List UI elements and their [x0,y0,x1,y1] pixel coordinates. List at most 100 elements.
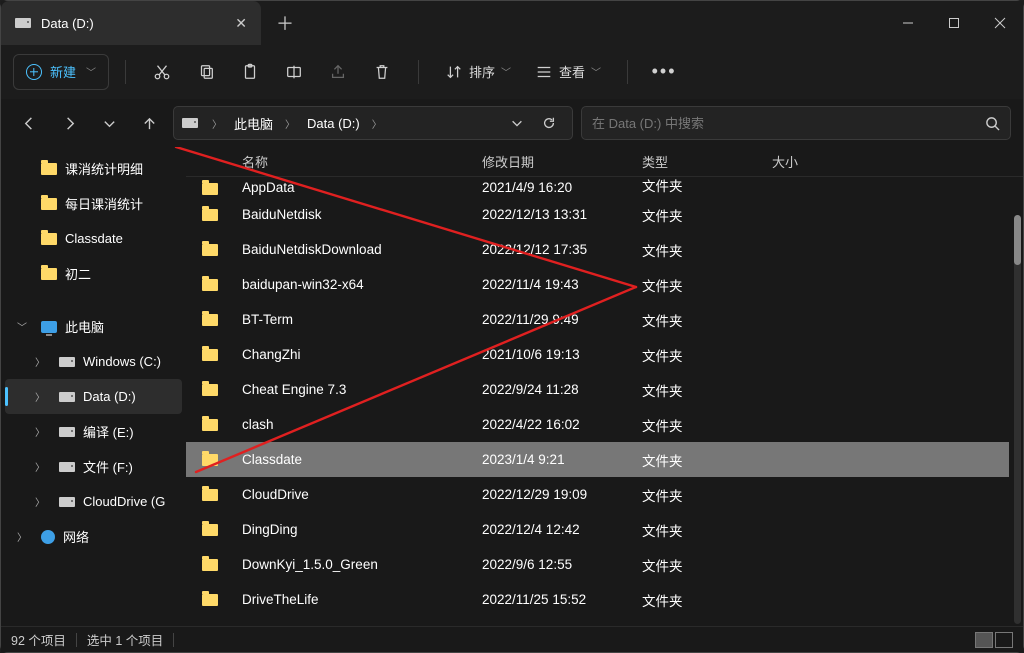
col-size[interactable]: 大小 [772,152,1023,171]
file-row[interactable]: DownKyi_1.5.0_Green2022/9/6 12:55文件夹 [186,547,1009,582]
view-button[interactable]: 查看 ﹀ [525,52,611,92]
delete-button[interactable] [362,52,402,92]
scrollbar-thumb[interactable] [1014,215,1021,265]
file-row[interactable]: Cheat Engine 7.32022/9/24 11:28文件夹 [186,372,1009,407]
column-headers[interactable]: 名称 修改日期 类型 大小 [186,147,1023,177]
file-date: 2022/4/22 16:02 [482,417,642,432]
copy-button[interactable] [186,52,226,92]
search-input[interactable] [592,107,985,139]
folder-icon [41,268,57,280]
refresh-button[interactable] [534,108,564,138]
up-button[interactable] [133,107,165,139]
file-date: 2023/1/4 9:21 [482,452,642,467]
file-type: 文件夹 [642,345,772,365]
file-row[interactable]: clash2022/4/22 16:02文件夹 [186,407,1009,442]
col-date[interactable]: 修改日期 [482,152,642,171]
navbar: 〉 此电脑 〉 Data (D:) 〉 [1,99,1023,147]
separator [125,60,126,84]
paste-button[interactable] [230,52,270,92]
close-button[interactable] [977,1,1023,45]
file-row[interactable]: baidupan-win32-x642022/11/4 19:43文件夹 [186,267,1009,302]
file-name: DingDing [242,522,482,537]
cut-button[interactable] [142,52,182,92]
folder-icon [202,349,218,361]
file-name: CloudDrive [242,487,482,502]
chevron-right-icon[interactable]: 〉 [35,459,45,474]
file-date: 2021/4/9 16:20 [482,180,642,195]
new-tab-button[interactable]: ＋ [261,1,309,45]
col-type[interactable]: 类型 [642,152,772,171]
col-name[interactable]: 名称 [202,152,482,171]
sidebar-drive-g[interactable]: 〉CloudDrive (G [1,484,186,519]
chevron-right-icon[interactable]: 〉 [35,354,45,369]
folder-icon [202,384,218,396]
sidebar-this-pc[interactable]: ﹀此电脑 [1,309,186,344]
view-mode-toggle[interactable] [975,632,1013,648]
sort-button[interactable]: 排序 ﹀ [435,52,521,92]
file-name: AppData [242,180,482,195]
chevron-down-icon[interactable]: ﹀ [17,319,27,334]
file-row[interactable]: ChangZhi2021/10/6 19:13文件夹 [186,337,1009,372]
thumbnails-view-icon[interactable] [995,632,1013,648]
pc-icon [41,321,57,333]
file-row[interactable]: CloudDrive2022/12/29 19:09文件夹 [186,477,1009,512]
tab-active[interactable]: Data (D:) ✕ [1,1,261,45]
chevron-right-icon[interactable]: 〉 [35,424,45,439]
chevron-down-icon: ﹀ [86,64,96,79]
chevron-right-icon[interactable]: 〉 [17,529,27,544]
file-date: 2022/12/13 13:31 [482,207,642,222]
details-view-icon[interactable] [975,632,993,648]
search-box[interactable] [581,106,1011,140]
file-row[interactable]: BT-Term2022/11/29 9:49文件夹 [186,302,1009,337]
folder-icon [41,163,57,175]
file-row[interactable]: DingDing2022/12/4 12:42文件夹 [186,512,1009,547]
file-name: BaiduNetdisk [242,207,482,222]
back-button[interactable] [13,107,45,139]
statusbar: 92 个项目 选中 1 个项目 [1,626,1023,652]
plus-icon [26,64,42,80]
chevron-down-icon: ﹀ [501,64,511,79]
forward-button[interactable] [53,107,85,139]
sidebar-drive-e[interactable]: 〉编译 (E:) [1,414,186,449]
folder-icon [202,559,218,571]
minimize-button[interactable] [885,1,931,45]
sidebar-network[interactable]: 〉网络 [1,519,186,554]
sidebar-quick-item[interactable]: 课消统计明细 [1,151,186,186]
file-row[interactable]: AppData2021/4/9 16:20文件夹 [186,177,1009,197]
file-row[interactable]: DriveTheLife2022/11/25 15:52文件夹 [186,582,1009,617]
share-button[interactable] [318,52,358,92]
chevron-right-icon[interactable]: 〉 [35,494,45,509]
sidebar-drive-c[interactable]: 〉Windows (C:) [1,344,186,379]
drive-icon [15,18,31,28]
file-row[interactable]: BaiduNetdisk2022/12/13 13:31文件夹 [186,197,1009,232]
file-row[interactable]: BaiduNetdiskDownload2022/12/12 17:35文件夹 [186,232,1009,267]
folder-icon [41,233,57,245]
folder-icon [202,419,218,431]
maximize-button[interactable] [931,1,977,45]
sidebar-quick-item[interactable]: 每日课消统计 [1,186,186,221]
new-button[interactable]: 新建 ﹀ [13,54,109,90]
file-date: 2022/11/25 15:52 [482,592,642,607]
folder-icon [202,454,218,466]
chevron-right-icon[interactable]: 〉 [35,389,45,404]
file-name: DriveTheLife [242,592,482,607]
sidebar-drive-d[interactable]: 〉Data (D:) [5,379,182,414]
breadcrumb-drive[interactable]: Data (D:) [303,112,364,135]
breadcrumb-dropdown[interactable] [502,108,532,138]
recent-button[interactable] [93,107,125,139]
folder-icon [202,489,218,501]
sidebar-quick-item[interactable]: Classdate [1,221,186,256]
rename-button[interactable] [274,52,314,92]
close-tab-icon[interactable]: ✕ [235,15,247,32]
file-date: 2021/10/6 19:13 [482,347,642,362]
breadcrumb[interactable]: 〉 此电脑 〉 Data (D:) 〉 [173,106,573,140]
file-name: BaiduNetdiskDownload [242,242,482,257]
scrollbar[interactable] [1014,215,1021,624]
breadcrumb-pc[interactable]: 此电脑 [230,110,277,137]
sidebar-quick-item[interactable]: 初二 [1,256,186,291]
file-type: 文件夹 [642,380,772,400]
sidebar-drive-f[interactable]: 〉文件 (F:) [1,449,186,484]
file-row[interactable]: Classdate2023/1/4 9:21文件夹 [186,442,1009,477]
more-button[interactable]: ••• [644,52,684,92]
network-icon [41,530,55,544]
